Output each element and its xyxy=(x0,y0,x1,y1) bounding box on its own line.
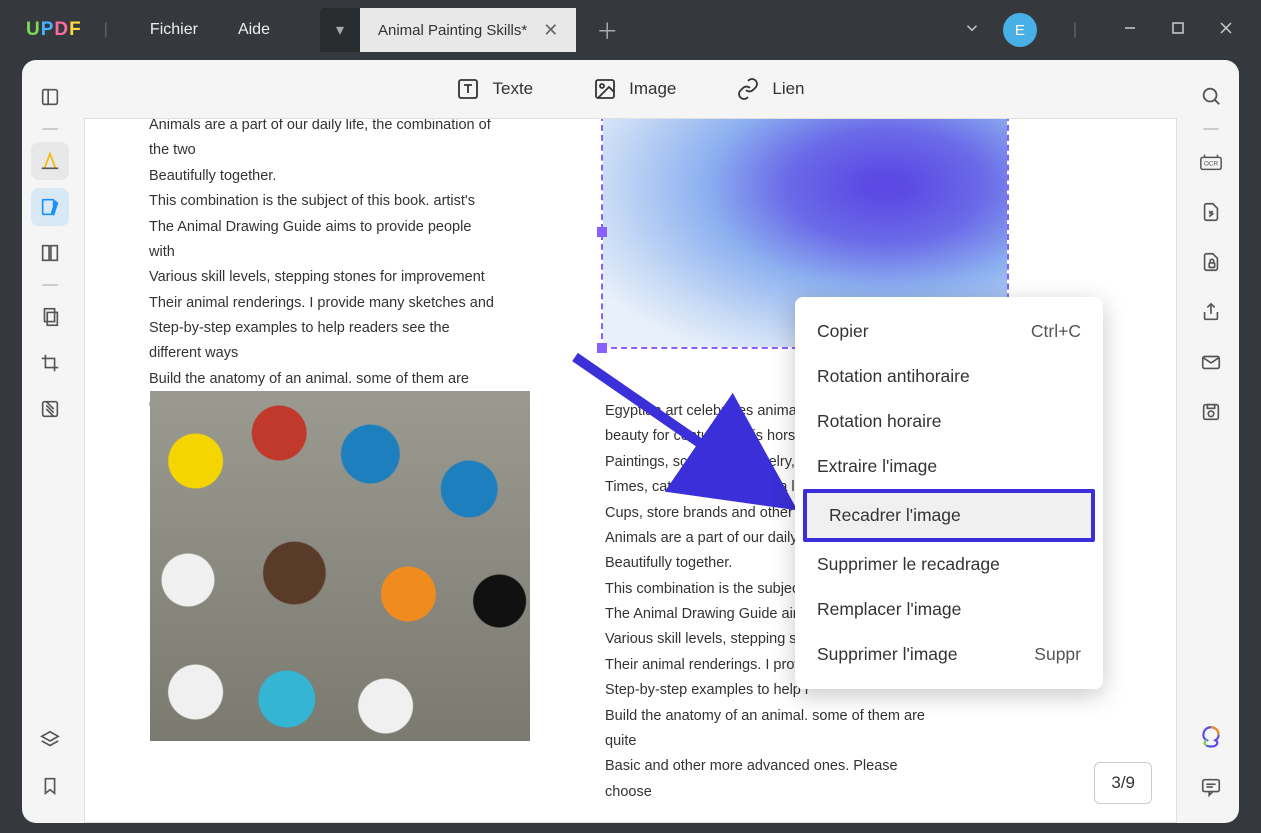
document-tab[interactable]: Animal Painting Skills* ✕ xyxy=(360,8,576,52)
close-button[interactable] xyxy=(1209,21,1243,40)
text-tool[interactable]: Texte xyxy=(456,77,533,101)
chevron-down-icon[interactable] xyxy=(955,19,989,42)
page-indicator[interactable]: 3/9 xyxy=(1094,762,1152,804)
separator xyxy=(42,284,58,286)
protect-icon[interactable] xyxy=(1193,244,1229,280)
divider: | xyxy=(1073,21,1077,39)
share-icon[interactable] xyxy=(1193,294,1229,330)
app-logo: UPDF xyxy=(26,19,82,41)
redact-tool-icon[interactable] xyxy=(31,390,69,428)
ctx-extract-image[interactable]: Extraire l'image xyxy=(795,444,1103,489)
context-menu: CopierCtrl+C Rotation antihoraire Rotati… xyxy=(795,297,1103,689)
separator xyxy=(1203,128,1219,130)
add-tab-button[interactable]: ＋ xyxy=(596,14,618,46)
ai-assistant-icon[interactable] xyxy=(1193,719,1229,755)
workspace: Texte Image Lien Animals are a part of o… xyxy=(22,60,1239,823)
main-area: Texte Image Lien Animals are a part of o… xyxy=(78,60,1183,823)
maximize-button[interactable] xyxy=(1161,21,1195,40)
avatar[interactable]: E xyxy=(1003,13,1037,47)
search-icon[interactable] xyxy=(1193,78,1229,114)
link-tool[interactable]: Lien xyxy=(736,77,804,101)
menu-help[interactable]: Aide xyxy=(218,21,290,39)
titlebar: UPDF | Fichier Aide ▾ Animal Painting Sk… xyxy=(0,0,1261,60)
ctx-crop-image[interactable]: Recadrer l'image xyxy=(803,489,1095,542)
sidebar-left xyxy=(22,60,78,823)
ctx-delete-image[interactable]: Supprimer l'imageSuppr xyxy=(795,632,1103,677)
convert-icon[interactable] xyxy=(1193,194,1229,230)
close-icon[interactable]: ✕ xyxy=(543,20,558,41)
crop-tool-icon[interactable] xyxy=(31,344,69,382)
comment-panel-icon[interactable] xyxy=(1193,769,1229,805)
ocr-icon[interactable]: OCR xyxy=(1193,144,1229,180)
comment-tool-icon[interactable] xyxy=(31,142,69,180)
email-icon[interactable] xyxy=(1193,344,1229,380)
page-tool-icon[interactable] xyxy=(31,234,69,272)
ctx-replace-image[interactable]: Remplacer l'image xyxy=(795,587,1103,632)
svg-text:OCR: OCR xyxy=(1204,161,1219,168)
layers-icon[interactable] xyxy=(31,721,69,759)
save-icon[interactable] xyxy=(1193,394,1229,430)
organize-pages-icon[interactable] xyxy=(31,298,69,336)
link-tool-label: Lien xyxy=(772,79,804,99)
reader-mode-icon[interactable] xyxy=(31,78,69,116)
menu-file[interactable]: Fichier xyxy=(130,21,218,39)
resize-handle[interactable] xyxy=(597,227,607,237)
paint-buckets-image[interactable] xyxy=(150,391,530,741)
sidebar-right: OCR xyxy=(1183,60,1239,823)
annotation-arrow xyxy=(565,347,805,517)
edit-tool-icon[interactable] xyxy=(31,188,69,226)
tab-bar: ▾ Animal Painting Skills* ✕ ＋ xyxy=(320,8,618,52)
tab-title: Animal Painting Skills* xyxy=(378,22,527,39)
image-tool-label: Image xyxy=(629,79,676,99)
image-tool[interactable]: Image xyxy=(593,77,676,101)
document-canvas[interactable]: Animals are a part of our daily life, th… xyxy=(84,118,1177,823)
ctx-rotate-cw[interactable]: Rotation horaire xyxy=(795,399,1103,444)
text-tool-label: Texte xyxy=(492,79,533,99)
tab-dropdown[interactable]: ▾ xyxy=(320,8,360,52)
bookmark-icon[interactable] xyxy=(31,767,69,805)
divider: | xyxy=(104,21,108,39)
minimize-button[interactable] xyxy=(1113,21,1147,40)
ctx-remove-crop[interactable]: Supprimer le recadrage xyxy=(795,542,1103,587)
ctx-rotate-ccw[interactable]: Rotation antihoraire xyxy=(795,354,1103,399)
ctx-copy[interactable]: CopierCtrl+C xyxy=(795,309,1103,354)
edit-toolbar: Texte Image Lien xyxy=(78,60,1183,118)
separator xyxy=(42,128,58,130)
